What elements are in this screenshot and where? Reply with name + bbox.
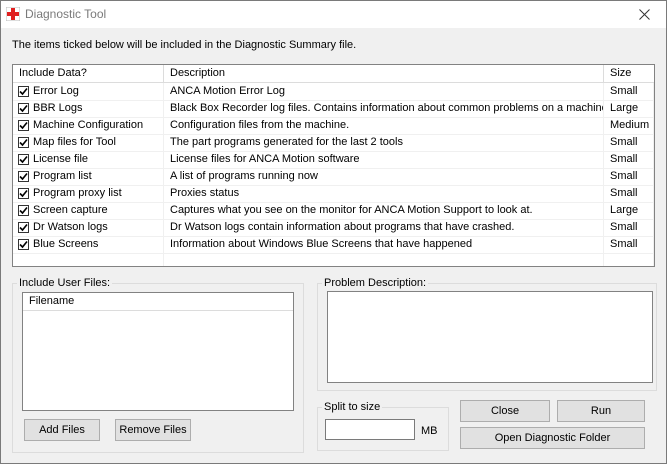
item-name: Dr Watson logs bbox=[33, 221, 108, 233]
item-size: Small bbox=[604, 134, 654, 151]
item-size: Small bbox=[604, 168, 654, 185]
include-checkbox[interactable] bbox=[18, 137, 29, 148]
include-checkbox[interactable] bbox=[18, 188, 29, 199]
open-diagnostic-folder-button[interactable]: Open Diagnostic Folder bbox=[460, 427, 645, 449]
item-name: License file bbox=[33, 153, 89, 165]
include-checkbox[interactable] bbox=[18, 239, 29, 250]
item-name: Program proxy list bbox=[33, 187, 122, 199]
table-row[interactable]: Blue Screens Information about Windows Bl… bbox=[13, 236, 654, 254]
checkmark-icon bbox=[19, 138, 28, 147]
remove-files-button[interactable]: Remove Files bbox=[115, 419, 191, 441]
item-description: License files for ANCA Motion software bbox=[164, 151, 604, 168]
item-description: Information about Windows Blue Screens t… bbox=[164, 236, 604, 253]
problem-description-input[interactable] bbox=[327, 291, 653, 383]
column-header-filename[interactable]: Filename bbox=[23, 293, 293, 311]
table-row[interactable]: BBR Logs Black Box Recorder log files. Co… bbox=[13, 100, 654, 118]
user-files-group-label: Include User Files: bbox=[19, 277, 111, 289]
checkmark-icon bbox=[19, 206, 28, 215]
item-size: Small bbox=[604, 219, 654, 236]
add-files-button[interactable]: Add Files bbox=[24, 419, 100, 441]
table-row[interactable]: License file License files for ANCA Motio… bbox=[13, 151, 654, 169]
checkmark-icon bbox=[19, 121, 28, 130]
table-row[interactable]: Error Log ANCA Motion Error Log Small bbox=[13, 83, 654, 101]
include-checkbox[interactable] bbox=[18, 103, 29, 114]
item-description: ANCA Motion Error Log bbox=[164, 83, 604, 100]
include-cell: BBR Logs bbox=[13, 100, 164, 117]
table-row[interactable]: Dr Watson logs Dr Watson logs contain inf… bbox=[13, 219, 654, 237]
include-checkbox[interactable] bbox=[18, 86, 29, 97]
table-row[interactable]: Program proxy list Proxies status Small bbox=[13, 185, 654, 203]
column-header-description[interactable]: Description bbox=[164, 65, 604, 82]
close-button[interactable]: Close bbox=[460, 400, 550, 422]
item-description: Configuration files from the machine. bbox=[164, 117, 604, 134]
item-size: Large bbox=[604, 100, 654, 117]
include-cell: Machine Configuration bbox=[13, 117, 164, 134]
checkmark-icon bbox=[19, 240, 28, 249]
item-description: Proxies status bbox=[164, 185, 604, 202]
include-checkbox[interactable] bbox=[18, 205, 29, 216]
include-cell: Screen capture bbox=[13, 202, 164, 219]
include-cell: Map files for Tool bbox=[13, 134, 164, 151]
include-cell: Program proxy list bbox=[13, 185, 164, 202]
checkmark-icon bbox=[19, 104, 28, 113]
item-size: Large bbox=[604, 202, 654, 219]
checkmark-icon bbox=[19, 189, 28, 198]
empty-row bbox=[13, 253, 654, 266]
include-cell: Program list bbox=[13, 168, 164, 185]
include-checkbox[interactable] bbox=[18, 171, 29, 182]
include-checkbox[interactable] bbox=[18, 120, 29, 131]
checkmark-icon bbox=[19, 223, 28, 232]
include-cell: License file bbox=[13, 151, 164, 168]
diagnostic-items-list[interactable]: Include Data? Description Size Error Log… bbox=[12, 64, 655, 267]
window-close-button[interactable] bbox=[622, 1, 666, 28]
item-name: Screen capture bbox=[33, 204, 108, 216]
item-name: Error Log bbox=[33, 85, 79, 97]
user-files-list[interactable]: Filename bbox=[22, 292, 294, 411]
run-button[interactable]: Run bbox=[557, 400, 645, 422]
window-title: Diagnostic Tool bbox=[25, 7, 107, 21]
checkmark-icon bbox=[19, 172, 28, 181]
item-name: Blue Screens bbox=[33, 238, 99, 250]
include-cell: Dr Watson logs bbox=[13, 219, 164, 236]
split-size-input[interactable] bbox=[325, 419, 415, 440]
close-icon bbox=[638, 9, 650, 20]
item-name: BBR Logs bbox=[33, 102, 83, 114]
split-size-label: Split to size bbox=[324, 401, 381, 413]
column-header-size[interactable]: Size bbox=[604, 65, 654, 82]
item-size: Small bbox=[604, 236, 654, 253]
item-description: A list of programs running now bbox=[164, 168, 604, 185]
table-row[interactable]: Machine Configuration Configuration files… bbox=[13, 117, 654, 135]
include-cell: Error Log bbox=[13, 83, 164, 100]
item-description: The part programs generated for the last… bbox=[164, 134, 604, 151]
item-description: Dr Watson logs contain information about… bbox=[164, 219, 604, 236]
item-size: Medium bbox=[604, 117, 654, 134]
item-size: Small bbox=[604, 151, 654, 168]
item-name: Machine Configuration bbox=[33, 119, 144, 131]
title-bar: Diagnostic Tool bbox=[1, 1, 666, 28]
list-header: Include Data? Description Size bbox=[13, 65, 654, 83]
problem-description-label: Problem Description: bbox=[324, 277, 427, 289]
intro-text: The items ticked below will be included … bbox=[12, 39, 357, 51]
table-row[interactable]: Screen capture Captures what you see on t… bbox=[13, 202, 654, 220]
item-name: Map files for Tool bbox=[33, 136, 116, 148]
table-row[interactable]: Program list A list of programs running n… bbox=[13, 168, 654, 186]
include-checkbox[interactable] bbox=[18, 222, 29, 233]
item-size: Small bbox=[604, 185, 654, 202]
column-header-include[interactable]: Include Data? bbox=[13, 65, 164, 82]
table-row[interactable]: Map files for Tool The part programs gene… bbox=[13, 134, 654, 152]
item-description: Black Box Recorder log files. Contains i… bbox=[164, 100, 604, 117]
checkmark-icon bbox=[19, 87, 28, 96]
red-cross-icon bbox=[6, 7, 20, 21]
item-description: Captures what you see on the monitor for… bbox=[164, 202, 604, 219]
mb-unit-label: MB bbox=[421, 425, 438, 437]
item-name: Program list bbox=[33, 170, 92, 182]
diagnostic-tool-window: Diagnostic Tool The items ticked below w… bbox=[0, 0, 667, 464]
include-checkbox[interactable] bbox=[18, 154, 29, 165]
checkmark-icon bbox=[19, 155, 28, 164]
include-cell: Blue Screens bbox=[13, 236, 164, 253]
item-size: Small bbox=[604, 83, 654, 100]
